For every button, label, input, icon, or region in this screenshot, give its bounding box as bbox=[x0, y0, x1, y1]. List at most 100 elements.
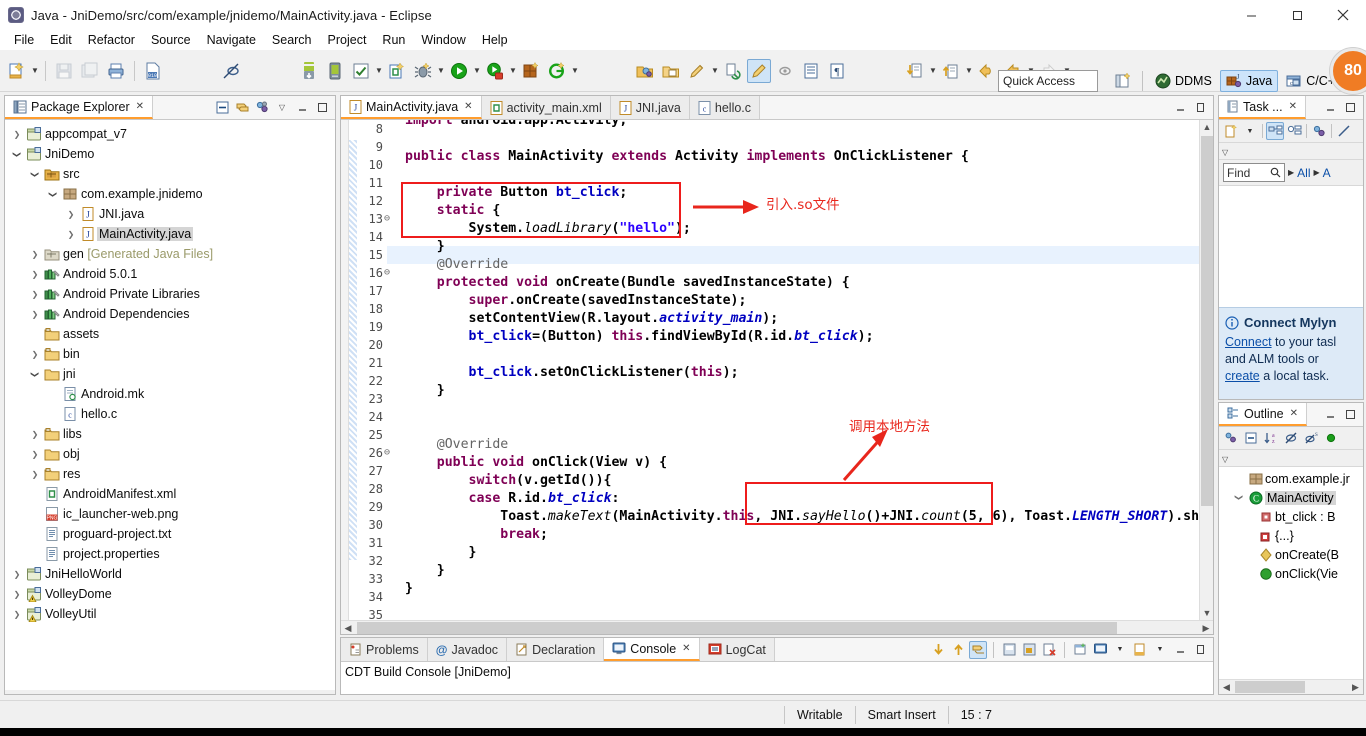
categorized-presentation-icon[interactable] bbox=[1266, 122, 1284, 140]
code-line[interactable]: switch(v.getId()){ bbox=[405, 472, 1199, 490]
menu-file[interactable]: File bbox=[6, 31, 42, 49]
display-selected-console-icon[interactable] bbox=[1091, 641, 1109, 659]
outline-item-onclick-vie[interactable]: onClick(Vie bbox=[1219, 564, 1363, 583]
scroll-down-icon[interactable] bbox=[929, 641, 947, 659]
mark-occurrences-icon[interactable] bbox=[747, 58, 771, 83]
tree-item-androidmanifest-xml[interactable]: AndroidManifest.xml bbox=[5, 484, 335, 504]
tree-item-assets[interactable]: assets bbox=[5, 324, 335, 344]
menu-window[interactable]: Window bbox=[413, 31, 473, 49]
scroll-left-arrow[interactable]: ◀ bbox=[1220, 680, 1233, 694]
tree-item-libs[interactable]: ❯ libs bbox=[5, 424, 335, 444]
code-line[interactable] bbox=[405, 130, 1199, 148]
tree-item-project-properties[interactable]: project.properties bbox=[5, 544, 335, 564]
minimize-icon[interactable] bbox=[1171, 99, 1189, 117]
perspective-java[interactable]: J Java bbox=[1219, 70, 1279, 92]
clear-console-icon[interactable] bbox=[1000, 641, 1018, 659]
menu-project[interactable]: Project bbox=[320, 31, 375, 49]
link-with-editor-icon[interactable] bbox=[233, 99, 251, 117]
close-icon[interactable]: ✕ bbox=[682, 643, 690, 654]
android-avd-manager-icon[interactable] bbox=[323, 59, 347, 83]
editor-vscrollbar[interactable]: ▲ ▼ bbox=[1199, 120, 1213, 634]
search-dropdown-icon[interactable]: ▼ bbox=[710, 59, 720, 83]
lint-dropdown-icon[interactable]: ▼ bbox=[374, 59, 384, 83]
chevron-right-icon[interactable]: ❯ bbox=[63, 210, 79, 219]
outline-item-oncreate-b[interactable]: onCreate(B bbox=[1219, 545, 1363, 564]
tree-item-ic-launcher-web-png[interactable]: PNG ic_launcher-web.png bbox=[5, 504, 335, 524]
run-external-dropdown-icon[interactable]: ▼ bbox=[508, 59, 518, 83]
print-icon[interactable] bbox=[104, 59, 128, 83]
tree-item-jni[interactable]: ❯ jni bbox=[5, 364, 335, 384]
chevron-right-icon[interactable]: ❯ bbox=[27, 430, 43, 439]
code-line[interactable]: } bbox=[405, 544, 1199, 562]
outline-item-mainactivity[interactable]: ❯ C MainActivity bbox=[1219, 488, 1363, 507]
show-whitespace-icon[interactable] bbox=[799, 59, 823, 83]
open-type-icon[interactable] bbox=[633, 59, 657, 83]
tree-item-android-5-0-1[interactable]: ❯ Android 5.0.1 bbox=[5, 264, 335, 284]
scroll-right-arrow[interactable]: ▶ bbox=[1349, 680, 1362, 694]
previous-edit-icon[interactable] bbox=[939, 59, 963, 83]
tree-item-volleyutil[interactable]: ❯ VolleyUtil bbox=[5, 604, 335, 624]
tree-item-mainactivity-java[interactable]: ❯ J MainActivity.java bbox=[5, 224, 335, 244]
code-line[interactable]: } bbox=[405, 580, 1199, 598]
tab-activity-main-xml[interactable]: activity_main.xml bbox=[481, 96, 611, 119]
run-icon[interactable] bbox=[447, 59, 471, 83]
code-line[interactable]: import android.app.Activity; bbox=[405, 120, 1199, 130]
tree-item-obj[interactable]: ❯ obj bbox=[5, 444, 335, 464]
chevron-right-icon[interactable]: ❯ bbox=[9, 610, 25, 619]
tree-item-jnihelloworld[interactable]: ❯ JniHelloWorld bbox=[5, 564, 335, 584]
fold-collapse-icon[interactable]: ⊖ bbox=[384, 264, 390, 282]
tab-hello-c[interactable]: c hello.c bbox=[689, 96, 761, 119]
hide-fields-icon[interactable] bbox=[1282, 429, 1300, 447]
menu-navigate[interactable]: Navigate bbox=[199, 31, 264, 49]
new-task-dropdown-icon[interactable]: ▼ bbox=[1241, 122, 1259, 140]
minimize-icon[interactable] bbox=[1171, 641, 1189, 659]
tree-item-gen[interactable]: ❯ gen [Generated Java Files] bbox=[5, 244, 335, 264]
next-edit-icon[interactable] bbox=[903, 59, 927, 83]
filter-arrow-icon[interactable]: ▶ bbox=[1288, 168, 1294, 177]
remove-console-icon[interactable] bbox=[1040, 641, 1058, 659]
focus-on-workweek-icon[interactable] bbox=[1310, 122, 1328, 140]
maximize-icon[interactable] bbox=[1191, 641, 1209, 659]
tab-mainactivity-java[interactable]: J MainActivity.java ✕ bbox=[341, 96, 482, 119]
code-line[interactable]: @Override bbox=[405, 256, 1199, 274]
outline-hscroll-thumb[interactable] bbox=[1235, 681, 1305, 693]
new-android-project-icon[interactable] bbox=[385, 59, 409, 83]
chevron-down-icon[interactable]: ❯ bbox=[1235, 490, 1244, 506]
chevron-right-icon[interactable]: ❯ bbox=[9, 570, 25, 579]
code-line[interactable]: bt_click=(Button) this.findViewById(R.id… bbox=[405, 328, 1199, 346]
tree-item-android-private-libraries[interactable]: ❯ Android Private Libraries bbox=[5, 284, 335, 304]
code-line[interactable]: break; bbox=[405, 526, 1199, 544]
filter-all-link[interactable]: All bbox=[1297, 166, 1310, 180]
scroll-lock-icon[interactable] bbox=[969, 640, 987, 659]
collapse-all-icon[interactable] bbox=[213, 99, 231, 117]
focus-on-active-task-icon[interactable] bbox=[1222, 429, 1240, 447]
tree-item-com-example-jnidemo[interactable]: ❯ com.example.jnidemo bbox=[5, 184, 335, 204]
scroll-right-arrow[interactable]: ▶ bbox=[1199, 621, 1213, 634]
editor-vscroll-thumb[interactable] bbox=[1201, 136, 1213, 506]
maximize-icon[interactable] bbox=[1341, 406, 1359, 424]
code-line[interactable] bbox=[405, 400, 1199, 418]
collapse-all-icon[interactable] bbox=[1242, 429, 1260, 447]
maximize-icon[interactable] bbox=[1341, 99, 1359, 117]
tab-package-explorer[interactable]: Package Explorer ✕ bbox=[5, 96, 154, 119]
minimize-icon[interactable] bbox=[293, 99, 311, 117]
task-list-more-icon[interactable] bbox=[1335, 122, 1353, 140]
chevron-down-icon[interactable]: ❯ bbox=[31, 366, 40, 382]
editor-hscrollbar[interactable]: ◀ ▶ bbox=[341, 620, 1213, 634]
package-explorer-hscrollbar[interactable] bbox=[5, 690, 335, 694]
code-editor[interactable]: 8 9 10 11 12 13 ⊖ 14 15 16 ⊖ 17 18 19 20 21 22 23 24 25 26 ⊖ 2… bbox=[341, 120, 1213, 634]
tab-declaration[interactable]: Declaration bbox=[507, 638, 605, 661]
minimize-icon[interactable] bbox=[1321, 99, 1339, 117]
chevron-right-icon[interactable]: ❯ bbox=[27, 290, 43, 299]
tree-item-proguard-project-txt[interactable]: proguard-project.txt bbox=[5, 524, 335, 544]
fold-collapse-icon[interactable]: ⊖ bbox=[384, 210, 390, 228]
code-line[interactable] bbox=[405, 166, 1199, 184]
code-line[interactable]: public class MainActivity extends Activi… bbox=[405, 148, 1199, 166]
scroll-up-arrow[interactable]: ▲ bbox=[1200, 120, 1213, 134]
outline-item-[interactable]: {...} bbox=[1219, 526, 1363, 545]
lint-check-icon[interactable] bbox=[349, 59, 373, 83]
maximize-icon[interactable] bbox=[1191, 99, 1209, 117]
tab-task-list[interactable]: Task ... ✕ bbox=[1219, 96, 1306, 119]
task-list-content[interactable] bbox=[1219, 186, 1363, 298]
code-line[interactable]: @Override bbox=[405, 436, 1199, 454]
